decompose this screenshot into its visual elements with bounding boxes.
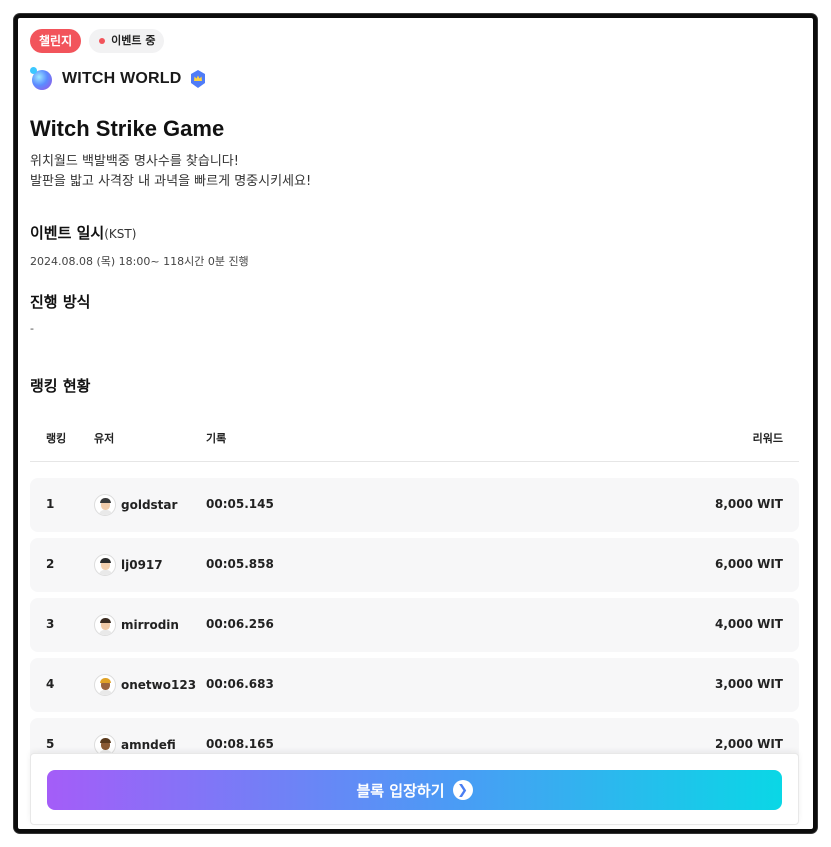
description-line-1: 위치월드 백발백중 명사수를 찾습니다! bbox=[30, 154, 239, 169]
table-row[interactable]: 2 lj0917 00:05.858 6,000 WIT bbox=[30, 538, 799, 592]
event-description: 위치월드 백발백중 명사수를 찾습니다! 발판을 밟고 사격장 내 과녁을 빠르… bbox=[30, 152, 799, 192]
table-row[interactable]: 4 onetwo123 00:06.683 3,000 WIT bbox=[30, 658, 799, 712]
ranking-rows: 1 goldstar 00:05.145 8,000 WIT 2 lj0917 … bbox=[30, 478, 799, 772]
row-username: onetwo123 bbox=[121, 678, 197, 692]
row-reward: 3,000 WIT bbox=[714, 677, 783, 691]
schedule-heading: 이벤트 일시(KST) bbox=[30, 222, 799, 243]
event-status-label: 이벤트 중 bbox=[111, 34, 156, 47]
brand-name[interactable]: WITCH WORLD bbox=[62, 70, 182, 88]
column-rank: 랭킹 bbox=[46, 432, 67, 445]
row-rank: 1 bbox=[46, 497, 55, 511]
avatar bbox=[94, 674, 116, 696]
row-reward: 8,000 WIT bbox=[714, 497, 783, 511]
badge-row: 챌린지 이벤트 중 bbox=[30, 28, 799, 54]
schedule-line: 2024.08.08 (목) 18:00~ 118시간 0분 진행 bbox=[30, 255, 249, 268]
row-rank: 3 bbox=[46, 617, 55, 631]
table-row[interactable]: 1 goldstar 00:05.145 8,000 WIT bbox=[30, 478, 799, 532]
row-record: 00:06.683 bbox=[206, 677, 274, 691]
row-rank: 5 bbox=[46, 737, 55, 751]
method-value: - bbox=[30, 322, 34, 335]
avatar bbox=[94, 614, 116, 636]
method-heading: 진행 방식 bbox=[30, 293, 91, 311]
enter-block-button[interactable]: 블록 입장하기 ❯ bbox=[47, 770, 782, 810]
row-record: 00:05.145 bbox=[206, 497, 274, 511]
schedule-section: 이벤트 일시(KST) 2024.08.08 (목) 18:00~ 118시간 … bbox=[30, 222, 799, 269]
verified-crown-icon bbox=[190, 70, 205, 88]
avatar bbox=[94, 494, 116, 516]
event-content: 챌린지 이벤트 중 WITCH WORLD Witch Strike Game … bbox=[30, 28, 799, 778]
row-record: 00:06.256 bbox=[206, 617, 274, 631]
row-reward: 4,000 WIT bbox=[714, 617, 783, 631]
challenge-badge: 챌린지 bbox=[30, 29, 82, 53]
table-row[interactable]: 3 mirrodin 00:06.256 4,000 WIT bbox=[30, 598, 799, 652]
ranking-table-header: 랭킹 유저 기록 리워드 bbox=[30, 424, 799, 462]
brand-row[interactable]: WITCH WORLD bbox=[30, 66, 799, 92]
chevron-right-icon: ❯ bbox=[452, 780, 473, 800]
row-user: onetwo123 bbox=[94, 674, 196, 696]
row-rank: 2 bbox=[46, 557, 55, 571]
timezone-label: (KST) bbox=[104, 227, 137, 241]
row-record: 00:08.165 bbox=[206, 737, 274, 751]
row-username: lj0917 bbox=[121, 558, 163, 572]
avatar bbox=[94, 554, 116, 576]
description-line-2: 발판을 밟고 사격장 내 과녁을 빠르게 명중시키세요! bbox=[30, 174, 312, 189]
witch-world-logo-icon bbox=[30, 67, 54, 91]
column-record: 기록 bbox=[206, 432, 227, 445]
row-username: goldstar bbox=[121, 498, 178, 512]
ranking-section: 랭킹 현황 랭킹 유저 기록 리워드 1 goldstar 00:05.145 … bbox=[30, 375, 799, 772]
event-status-badge: 이벤트 중 bbox=[89, 29, 165, 53]
row-username: amndefi bbox=[121, 738, 176, 752]
row-reward: 6,000 WIT bbox=[714, 557, 783, 571]
sticky-footer: 블록 입장하기 ❯ bbox=[30, 753, 799, 825]
row-user: mirrodin bbox=[94, 614, 179, 636]
row-user: lj0917 bbox=[94, 554, 163, 576]
row-username: mirrodin bbox=[121, 618, 179, 632]
row-reward: 2,000 WIT bbox=[714, 737, 783, 751]
event-detail-panel: 챌린지 이벤트 중 WITCH WORLD Witch Strike Game … bbox=[14, 14, 817, 833]
live-dot-icon bbox=[99, 38, 106, 44]
event-title: Witch Strike Game bbox=[30, 116, 225, 141]
column-user: 유저 bbox=[94, 432, 115, 445]
schedule-heading-text: 이벤트 일시 bbox=[30, 224, 105, 242]
enter-block-label: 블록 입장하기 bbox=[356, 781, 445, 800]
column-reward: 리워드 bbox=[752, 432, 783, 445]
row-record: 00:05.858 bbox=[206, 557, 274, 571]
row-user: goldstar bbox=[94, 494, 177, 516]
method-section: 진행 방식 - bbox=[30, 291, 799, 335]
ranking-heading: 랭킹 현황 bbox=[30, 377, 91, 395]
row-rank: 4 bbox=[46, 677, 55, 691]
